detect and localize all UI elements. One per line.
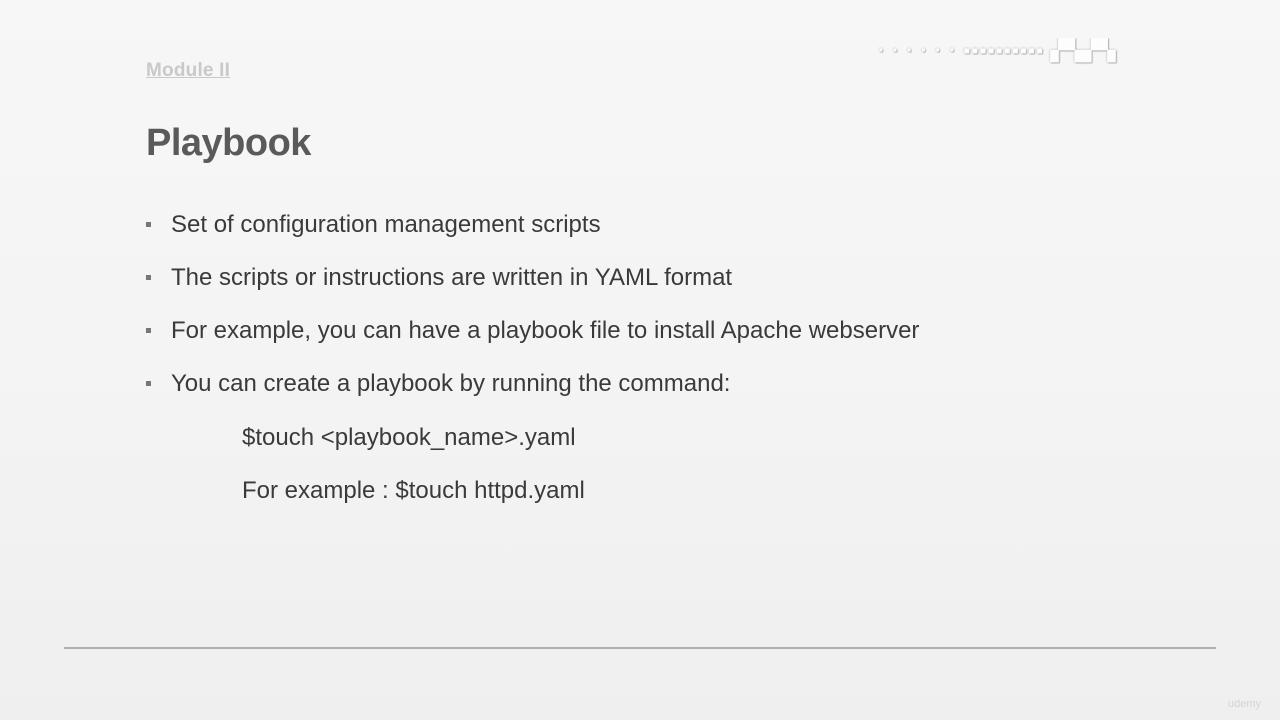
command-example-line: For example : $touch httpd.yaml <box>242 477 585 504</box>
bullet-text: The scripts or instructions are written … <box>171 264 733 291</box>
command-line: $touch <playbook_name>.yaml <box>242 424 576 451</box>
slide: Module II Playbook Set of configuration … <box>0 0 1280 720</box>
bullet-text: You can create a playbook by running the… <box>171 370 731 397</box>
bullet-marker-icon <box>146 222 151 227</box>
footer-divider <box>64 647 1216 649</box>
channel-watermark: · · · · · · ▪▪▪▪▪▪▪▪▪▪ ▞▚▞▚ <box>878 40 1117 62</box>
udemy-watermark: udemy <box>1228 698 1262 710</box>
module-label: Module II <box>146 60 231 81</box>
bullet-marker-icon <box>146 275 151 280</box>
slide-title: Playbook <box>146 122 311 164</box>
bullet-text: For example, you can have a playbook fil… <box>171 317 920 344</box>
bullet-text: Set of configuration management scripts <box>171 211 601 238</box>
bullet-marker-icon <box>146 381 151 386</box>
bullet-marker-icon <box>146 328 151 333</box>
